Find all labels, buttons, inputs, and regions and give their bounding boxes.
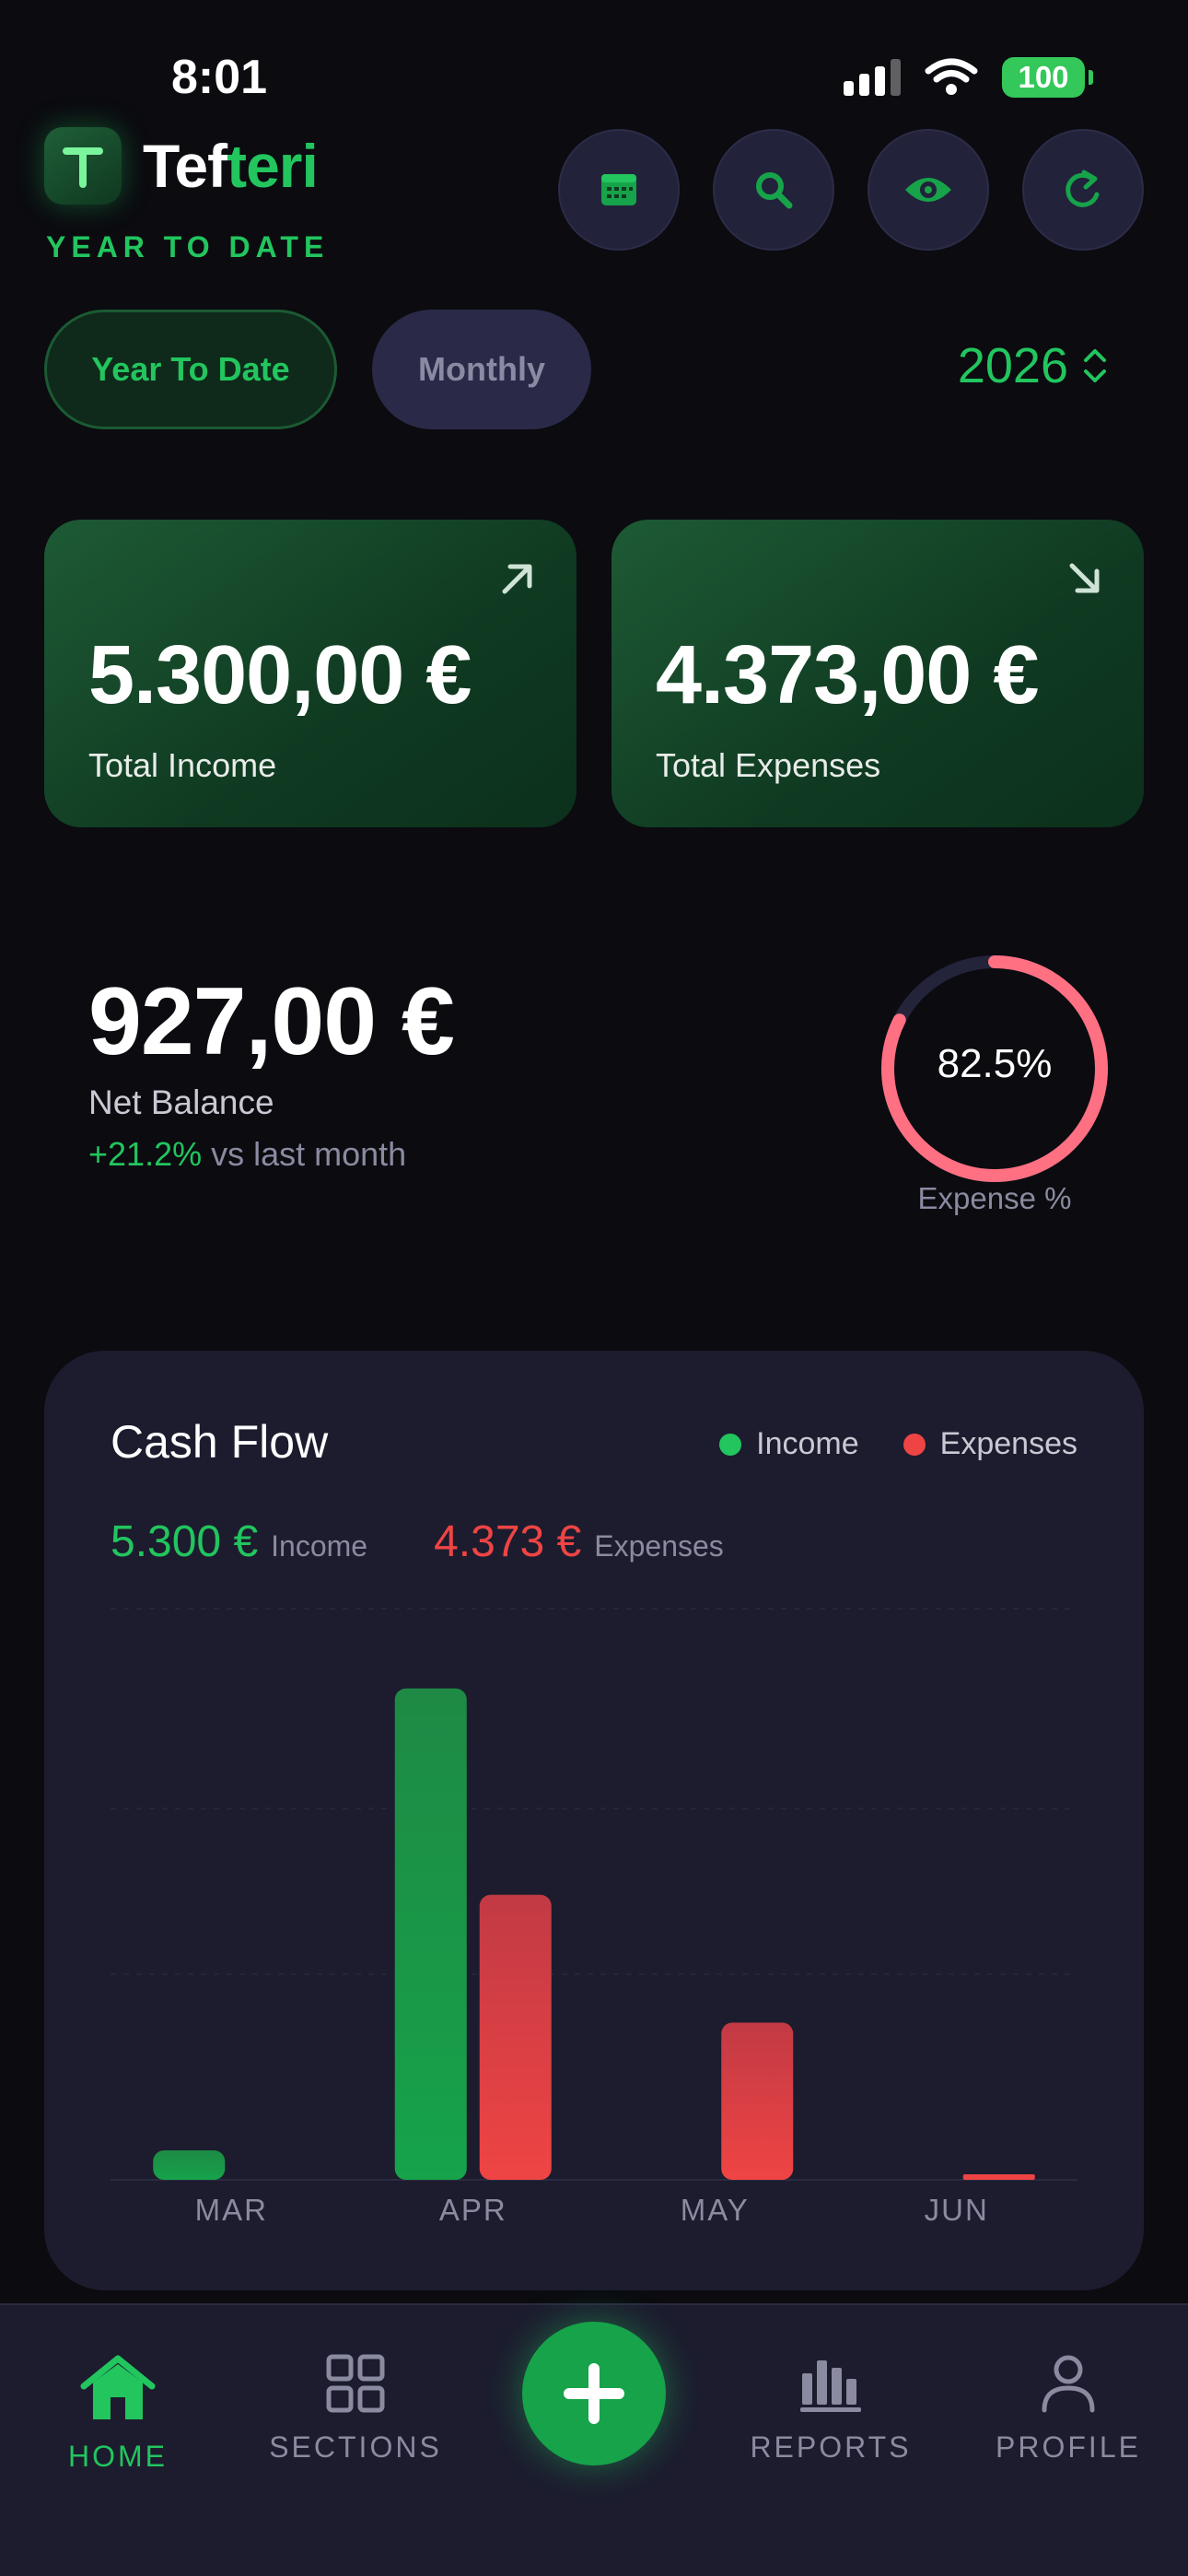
grid-icon xyxy=(326,2354,385,2413)
bar-expenses-jun[interactable] xyxy=(962,2174,1035,2180)
nav-profile[interactable]: PROFILE xyxy=(962,2353,1174,2465)
legend-income: Income xyxy=(719,1426,859,1462)
bar-chart-icon xyxy=(800,2360,861,2412)
nav-home[interactable]: HOME xyxy=(12,2353,224,2474)
expenses-card[interactable]: 4.373,00 € Total Expenses xyxy=(611,520,1144,827)
page-subtitle: YEAR TO DATE xyxy=(46,230,330,263)
net-change-value: +21.2% xyxy=(88,1135,203,1173)
app-name: Tefteri xyxy=(143,132,319,200)
bar-expenses-may[interactable] xyxy=(721,2022,794,2180)
cash-flow-title: Cash Flow xyxy=(111,1416,329,1468)
chart-legend: Income Expenses xyxy=(719,1426,1077,1462)
expenses-total: 4.373 € xyxy=(434,1517,582,1566)
legend-expenses: Expenses xyxy=(903,1426,1077,1462)
status-icons: 100 xyxy=(844,57,1093,98)
calendar-icon xyxy=(601,174,636,205)
status-time: 8:01 xyxy=(171,51,268,104)
bar-income-apr[interactable] xyxy=(394,1688,467,2180)
calendar-button[interactable] xyxy=(558,129,680,251)
income-label: Total Income xyxy=(88,746,277,784)
battery-indicator: 100 xyxy=(1002,57,1093,98)
bottom-nav: HOME SECTIONS REPORTS PROFILE xyxy=(0,2303,1188,2576)
tab-year-to-date[interactable]: Year To Date xyxy=(44,310,337,429)
expenses-dot-icon xyxy=(903,1433,926,1456)
expense-ratio-value: 82.5% xyxy=(937,1041,1053,1086)
expense-ratio-label: Expense % xyxy=(917,1181,1072,1215)
net-balance-amount: 927,00 € xyxy=(88,968,455,1075)
bar-income-mar[interactable] xyxy=(153,2150,226,2180)
net-change: +21.2% vs last month xyxy=(88,1135,406,1174)
income-total-label: Income xyxy=(271,1529,368,1563)
x-tick-label: APR xyxy=(439,2193,507,2227)
arrow-up-right-icon xyxy=(502,564,532,594)
year-selector[interactable]: 2026 xyxy=(958,337,1109,394)
cash-flow-totals: 5.300 € Income 4.373 € Expenses xyxy=(111,1516,724,1567)
expenses-amount: 4.373,00 € xyxy=(656,629,1039,721)
eye-icon xyxy=(905,178,951,202)
wifi-icon xyxy=(925,58,978,95)
add-transaction-button[interactable] xyxy=(522,2322,666,2465)
x-tick-label: JUN xyxy=(925,2193,989,2227)
year-value: 2026 xyxy=(957,338,1068,393)
expenses-total-label: Expenses xyxy=(594,1529,724,1563)
refresh-button[interactable] xyxy=(1022,129,1144,251)
profile-icon xyxy=(1042,2355,1095,2413)
cash-flow-card: Cash Flow Income Expenses 5.300 € Income… xyxy=(44,1351,1144,2290)
chevron-updown-icon xyxy=(1084,349,1106,382)
plus-icon xyxy=(564,2363,624,2424)
arrow-down-right-icon xyxy=(1069,563,1100,593)
expenses-label: Total Expenses xyxy=(656,746,881,784)
cash-flow-chart: MAR APR MAY JUN xyxy=(111,1608,1077,2227)
income-total: 5.300 € xyxy=(111,1517,259,1566)
nav-sections[interactable]: SECTIONS xyxy=(250,2353,461,2465)
income-dot-icon xyxy=(719,1433,742,1456)
x-tick-label: MAY xyxy=(681,2193,750,2227)
net-balance-label: Net Balance xyxy=(88,1083,274,1121)
income-card[interactable]: 5.300,00 € Total Income xyxy=(44,520,577,827)
nav-reports[interactable]: REPORTS xyxy=(725,2353,937,2465)
x-tick-label: MAR xyxy=(195,2193,268,2227)
tab-monthly[interactable]: Monthly xyxy=(372,310,591,429)
signal-icon xyxy=(844,59,901,96)
search-button[interactable] xyxy=(713,129,834,251)
logo-t-icon xyxy=(63,147,103,188)
bar-expenses-apr[interactable] xyxy=(479,1894,552,2180)
home-icon xyxy=(80,2355,156,2419)
app-logo xyxy=(44,127,122,205)
net-change-suffix: vs last month xyxy=(211,1135,407,1173)
search-icon xyxy=(756,172,793,209)
income-amount: 5.300,00 € xyxy=(88,629,472,721)
visibility-button[interactable] xyxy=(868,129,989,251)
refresh-icon xyxy=(1066,170,1100,207)
